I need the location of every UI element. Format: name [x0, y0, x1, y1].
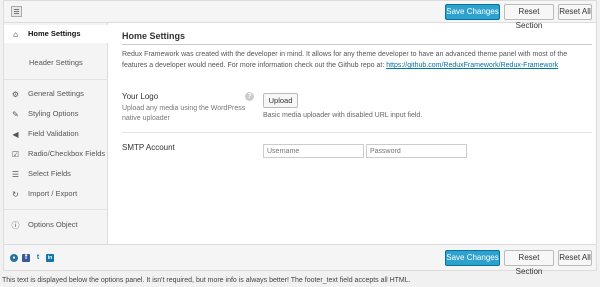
help-icon[interactable]: ? — [245, 92, 254, 101]
sidebar-item-field-validation[interactable]: ◀ Field Validation — [4, 125, 108, 143]
info-icon: ⓘ — [11, 221, 20, 230]
sidebar-item-radio-checkbox-fields[interactable]: ☑ Radio/Checkbox Fields — [4, 145, 108, 163]
main-content: Home Settings Redux Framework was create… — [112, 23, 596, 244]
twitter-icon[interactable]: t — [34, 254, 42, 262]
upload-field-description: Basic media uploader with disabled URL i… — [263, 112, 423, 119]
reset-section-button[interactable]: Reset Section — [504, 250, 554, 276]
refresh-icon: ↻ — [12, 190, 19, 199]
reset-all-button[interactable]: Reset All — [558, 250, 592, 266]
save-changes-button[interactable]: Save Changes — [445, 4, 500, 20]
sidebar-item-header-settings[interactable]: Header Settings — [4, 53, 108, 73]
bottom-toolbar: ● f t in Save Changes Reset Section Rese… — [4, 244, 596, 276]
home-icon: ⌂ — [13, 30, 18, 39]
reset-all-button[interactable]: Reset All — [558, 4, 592, 20]
sidebar-item-select-fields[interactable]: ☰ Select Fields — [4, 165, 108, 183]
dev-mode-icon[interactable] — [11, 6, 22, 17]
list-icon: ☰ — [11, 170, 20, 179]
paint-icon: ✎ — [12, 110, 19, 119]
cogs-icon: ⚙ — [11, 90, 20, 99]
sidebar-item-options-object[interactable]: ⓘ Options Object — [4, 216, 108, 234]
password-input[interactable] — [366, 144, 467, 158]
sidebar: ⌂ Home Settings Header Settings ⚙ Genera… — [4, 23, 109, 244]
sidebar-item-home-settings[interactable]: ⌂ Home Settings — [4, 25, 109, 43]
website-icon[interactable]: ● — [10, 254, 18, 262]
megaphone-icon: ◀ — [12, 130, 19, 139]
sidebar-divider — [4, 79, 108, 80]
sidebar-item-styling-options[interactable]: ✎ Styling Options — [4, 105, 108, 123]
save-changes-button[interactable]: Save Changes — [445, 250, 500, 266]
smtp-field-title: SMTP Account — [122, 143, 175, 152]
page-title: Home Settings — [122, 31, 186, 41]
logo-field-description: Upload any media using the WordPress nat… — [122, 105, 246, 122]
upload-button[interactable]: Upload — [263, 93, 298, 108]
github-link[interactable]: https://github.com/ReduxFramework/Redux-… — [386, 62, 558, 69]
sidebar-divider — [4, 209, 108, 210]
options-panel: Save Changes Reset Section Reset All ⌂ H… — [3, 0, 597, 276]
title-divider — [122, 44, 592, 45]
sidebar-item-import-export[interactable]: ↻ Import / Export — [4, 185, 108, 203]
reset-section-button[interactable]: Reset Section — [504, 4, 554, 30]
logo-field-title: Your Logo — [122, 92, 159, 101]
field-divider — [122, 132, 592, 133]
sidebar-item-general-settings[interactable]: ⚙ General Settings — [4, 85, 108, 103]
facebook-icon[interactable]: f — [22, 254, 30, 262]
top-toolbar: Save Changes Reset Section Reset All — [4, 1, 596, 30]
footer-text: This text is displayed below the options… — [2, 277, 411, 284]
section-intro: Redux Framework was created with the dev… — [122, 49, 588, 71]
username-input[interactable] — [263, 144, 364, 158]
checkbox-icon: ☑ — [11, 150, 20, 159]
linkedin-icon[interactable]: in — [46, 254, 54, 262]
